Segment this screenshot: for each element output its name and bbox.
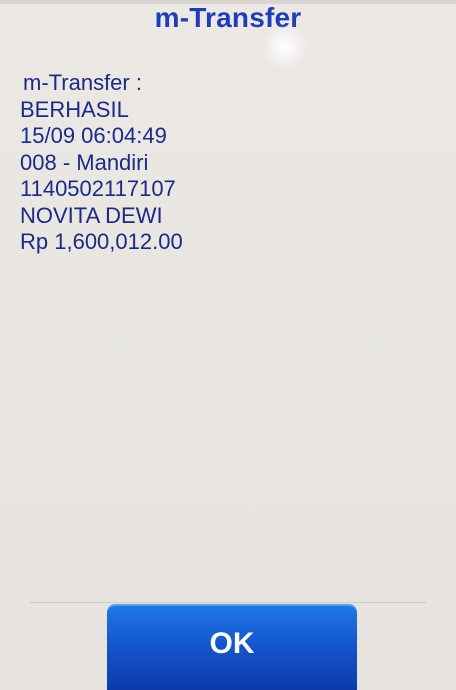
message-header: m-Transfer : — [23, 70, 142, 95]
recipient-name: NOVITA DEWI — [20, 202, 163, 228]
dialog-title: m-Transfer — [154, 2, 302, 33]
button-divider — [30, 602, 426, 603]
destination-bank: 008 - Mandiri — [20, 149, 149, 175]
transfer-message: m-Transfer : BERHASIL 15/09 06:04:49 008… — [20, 70, 440, 256]
account-number: 1140502117107 — [20, 176, 176, 201]
transfer-amount: Rp 1,600,012.00 — [20, 229, 183, 254]
transfer-status: BERHASIL — [20, 96, 129, 122]
ok-button-label: OK — [209, 627, 255, 660]
transfer-result-dialog: m-Transfer m-Transfer : BERHASIL 15/09 0… — [0, 0, 456, 690]
transfer-datetime: 15/09 06:04:49 — [20, 123, 167, 148]
ok-button[interactable]: OK — [107, 604, 357, 690]
